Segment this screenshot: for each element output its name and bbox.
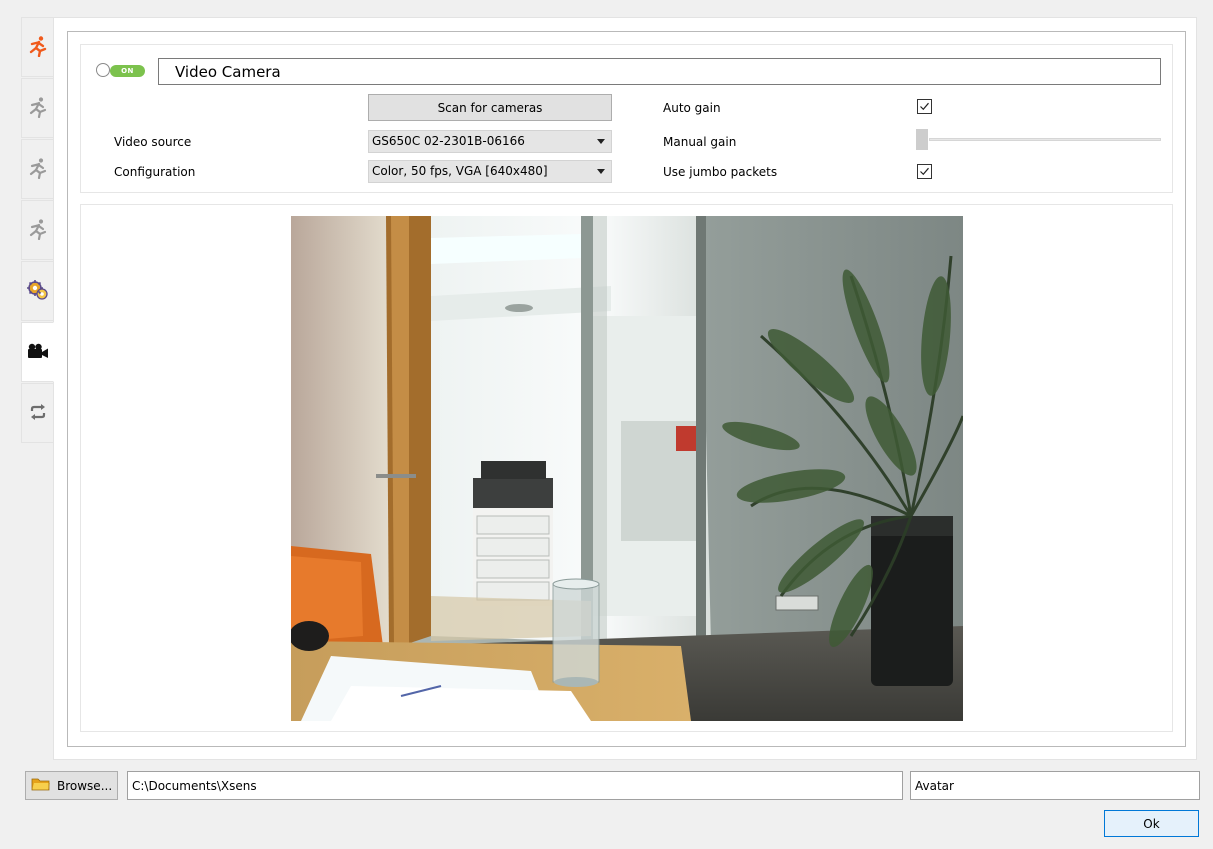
checkmark-icon bbox=[920, 102, 929, 111]
chevron-down-icon bbox=[597, 169, 605, 174]
sync-arrows-icon bbox=[28, 403, 48, 424]
video-source-label: Video source bbox=[114, 135, 192, 149]
settings-gears-icon bbox=[26, 278, 50, 305]
output-path-field[interactable] bbox=[127, 771, 903, 800]
manual-gain-slider-thumb[interactable] bbox=[916, 129, 928, 150]
tab-avatar-3[interactable] bbox=[21, 139, 54, 199]
camera-enable-toggle[interactable]: ON bbox=[95, 61, 148, 81]
tab-video-camera[interactable] bbox=[21, 322, 54, 382]
running-figure-icon bbox=[27, 157, 49, 182]
running-figure-icon bbox=[27, 35, 49, 60]
tab-sync[interactable] bbox=[21, 383, 54, 443]
browse-button[interactable]: Browse... bbox=[25, 771, 118, 800]
checkmark-icon bbox=[920, 167, 929, 176]
running-figure-icon bbox=[27, 96, 49, 121]
auto-gain-label: Auto gain bbox=[663, 101, 721, 115]
video-frame-image bbox=[291, 216, 963, 721]
camera-name-input[interactable] bbox=[158, 58, 1161, 85]
configuration-value: Color, 50 fps, VGA [640x480] bbox=[372, 164, 548, 178]
video-source-select[interactable]: GS650C 02-2301B-06166 bbox=[368, 130, 612, 153]
chevron-down-icon bbox=[597, 139, 605, 144]
folder-icon bbox=[31, 776, 51, 795]
manual-gain-label: Manual gain bbox=[663, 135, 737, 149]
scan-for-cameras-button[interactable]: Scan for cameras bbox=[368, 94, 612, 121]
ok-button[interactable]: Ok bbox=[1104, 810, 1199, 837]
use-jumbo-packets-label: Use jumbo packets bbox=[663, 165, 778, 179]
avatar-name-field[interactable] bbox=[910, 771, 1200, 800]
auto-gain-checkbox[interactable] bbox=[917, 99, 932, 114]
running-figure-icon bbox=[27, 218, 49, 243]
use-jumbo-packets-checkbox[interactable] bbox=[917, 164, 932, 179]
manual-gain-slider-track[interactable] bbox=[929, 138, 1161, 141]
browse-button-label: Browse... bbox=[57, 778, 113, 793]
tab-settings[interactable] bbox=[21, 261, 54, 321]
toggle-on-label: ON bbox=[110, 65, 145, 77]
tab-avatar-4[interactable] bbox=[21, 200, 54, 260]
video-source-value: GS650C 02-2301B-06166 bbox=[372, 134, 525, 148]
tab-avatar-2[interactable] bbox=[21, 78, 54, 138]
configuration-label: Configuration bbox=[114, 165, 196, 179]
toggle-knob bbox=[96, 63, 110, 77]
camera-video-feed bbox=[291, 216, 963, 721]
configuration-select[interactable]: Color, 50 fps, VGA [640x480] bbox=[368, 160, 612, 183]
tab-avatar-1[interactable] bbox=[21, 17, 54, 77]
video-camera-icon bbox=[27, 343, 49, 362]
